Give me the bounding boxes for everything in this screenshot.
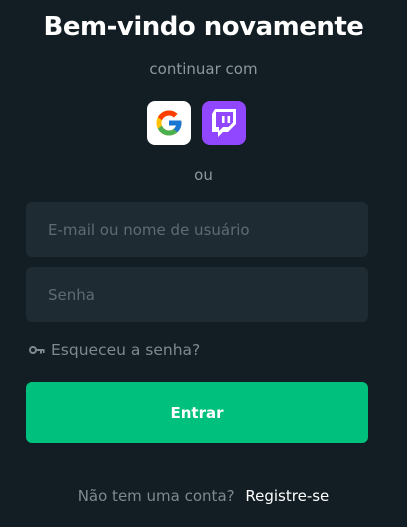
- login-button[interactable]: Entrar: [26, 382, 368, 443]
- register-question: Não tem uma conta?: [77, 487, 235, 505]
- twitch-login-button[interactable]: [202, 101, 246, 145]
- social-login-buttons: [147, 101, 246, 145]
- password-input[interactable]: [26, 267, 368, 322]
- divider-text: ou: [194, 166, 213, 184]
- key-icon: [29, 346, 45, 354]
- page-title: Bem-vindo novamente: [43, 12, 364, 42]
- google-icon: [156, 110, 182, 136]
- forgot-password-link[interactable]: Esqueceu a senha?: [29, 341, 200, 359]
- register-link[interactable]: Registre-se: [245, 487, 329, 505]
- register-prompt: Não tem uma conta? Registre-se: [0, 487, 407, 505]
- forgot-password-label: Esqueceu a senha?: [51, 341, 201, 359]
- email-username-input[interactable]: [26, 202, 368, 257]
- social-login-subtitle: continuar com: [149, 60, 258, 78]
- twitch-icon: [212, 109, 236, 137]
- google-login-button[interactable]: [147, 101, 191, 145]
